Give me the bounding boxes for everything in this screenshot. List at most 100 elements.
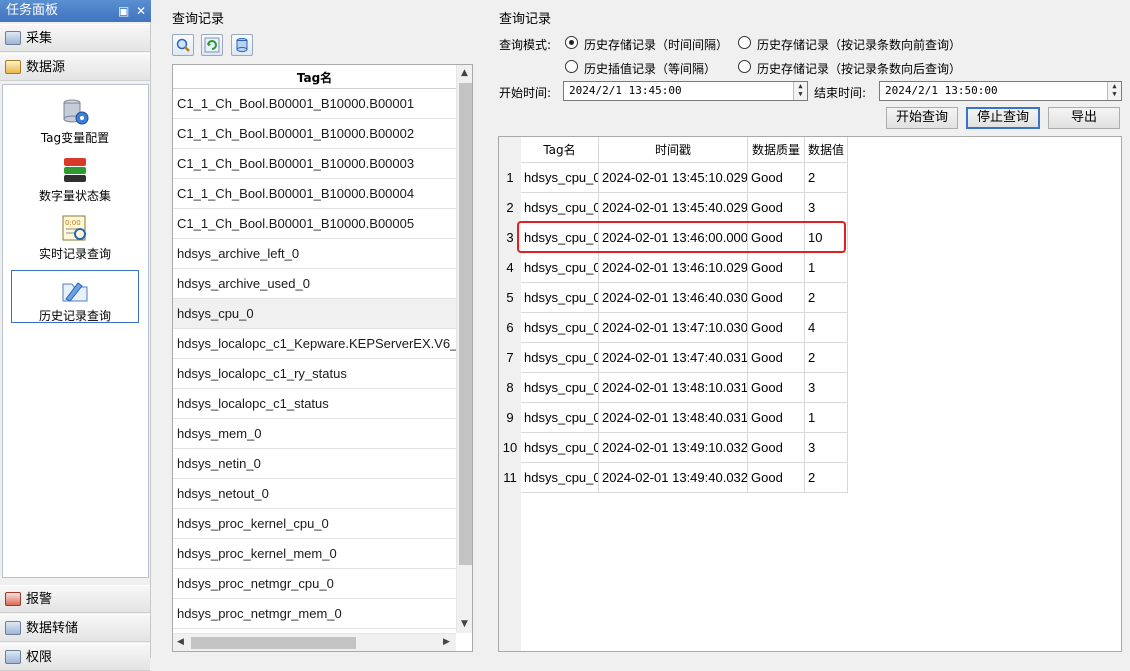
grid-cell-tag[interactable]: hdsys_cpu_0 bbox=[521, 283, 599, 313]
nav-section-alarm[interactable]: 报警 bbox=[0, 585, 150, 613]
search-button[interactable] bbox=[172, 34, 194, 56]
grid-row-number[interactable]: 2 bbox=[499, 193, 521, 223]
tag-list-item[interactable]: C1_1_Ch_Bool.B00001_B10000.B00003 bbox=[173, 149, 456, 179]
grid-cell-tag[interactable]: hdsys_cpu_0 bbox=[521, 403, 599, 433]
grid-cell-value[interactable]: 2 bbox=[805, 283, 848, 313]
grid-cell-timestamp[interactable]: 2024-02-01 13:46:40.030 bbox=[599, 283, 748, 313]
grid-row-number[interactable]: 8 bbox=[499, 373, 521, 403]
radio-mode-time-interval[interactable] bbox=[565, 36, 578, 49]
tag-list-vertical-scrollbar[interactable]: ▲ ▼ bbox=[456, 65, 472, 633]
refresh-button[interactable] bbox=[201, 34, 223, 56]
grid-cell-timestamp[interactable]: 2024-02-01 13:48:40.031 bbox=[599, 403, 748, 433]
nav-section-permission[interactable]: 权限 bbox=[0, 643, 150, 671]
grid-cell-tag[interactable]: hdsys_cpu_0 bbox=[521, 193, 599, 223]
grid-cell-value[interactable]: 2 bbox=[805, 163, 848, 193]
grid-cell-timestamp[interactable]: 2024-02-01 13:49:10.032 bbox=[599, 433, 748, 463]
grid-cell-timestamp[interactable]: 2024-02-01 13:46:10.029 bbox=[599, 253, 748, 283]
tag-list-item[interactable]: hdsys_proc_netmgr_mem_0 bbox=[173, 599, 456, 629]
grid-cell-quality[interactable]: Good bbox=[748, 163, 805, 193]
stop-query-button[interactable]: 停止查询 bbox=[966, 107, 1040, 129]
end-time-picker[interactable]: 2024/2/1 13:50:00 ▲ ▼ bbox=[879, 81, 1122, 101]
tag-list-item[interactable]: hdsys_netout_0 bbox=[173, 479, 456, 509]
close-icon[interactable]: ✕ bbox=[136, 0, 146, 22]
radio-mode-count-backward[interactable] bbox=[738, 60, 751, 73]
tag-list-item[interactable]: C1_1_Ch_Bool.B00001_B10000.B00005 bbox=[173, 209, 456, 239]
tag-list-item[interactable]: hdsys_archive_left_0 bbox=[173, 239, 456, 269]
grid-row-number[interactable]: 5 bbox=[499, 283, 521, 313]
grid-col-timestamp[interactable]: 时间戳 bbox=[599, 137, 748, 163]
float-window-icon[interactable]: ▣ bbox=[118, 0, 129, 22]
tag-list-item[interactable]: hdsys_netin_0 bbox=[173, 449, 456, 479]
grid-cell-timestamp[interactable]: 2024-02-01 13:45:40.029 bbox=[599, 193, 748, 223]
grid-col-quality[interactable]: 数据质量 bbox=[748, 137, 805, 163]
tag-list-horizontal-scrollbar[interactable]: ◀ ▶ bbox=[173, 633, 456, 651]
grid-cell-tag[interactable]: hdsys_cpu_0 bbox=[521, 313, 599, 343]
grid-cell-timestamp[interactable]: 2024-02-01 13:47:10.030 bbox=[599, 313, 748, 343]
grid-row-number[interactable]: 7 bbox=[499, 343, 521, 373]
grid-cell-value[interactable]: 3 bbox=[805, 433, 848, 463]
grid-cell-value[interactable]: 3 bbox=[805, 373, 848, 403]
grid-row-number[interactable]: 1 bbox=[499, 163, 521, 193]
tag-list-item[interactable]: hdsys_proc_kernel_mem_0 bbox=[173, 539, 456, 569]
grid-cell-tag[interactable]: hdsys_cpu_0 bbox=[521, 373, 599, 403]
scroll-up-icon[interactable]: ▲ bbox=[461, 68, 468, 78]
grid-row-number[interactable]: 11 bbox=[499, 463, 521, 493]
tag-list-item[interactable]: C1_1_Ch_Bool.B00001_B10000.B00002 bbox=[173, 119, 456, 149]
grid-row-number[interactable]: 4 bbox=[499, 253, 521, 283]
nav-item-digital-state[interactable]: 数字量状态集 bbox=[11, 155, 139, 204]
grid-cell-quality[interactable]: Good bbox=[748, 253, 805, 283]
tag-list-item[interactable]: C1_1_Ch_Bool.B00001_B10000.B00004 bbox=[173, 179, 456, 209]
radio-mode-count-forward[interactable] bbox=[738, 36, 751, 49]
scroll-right-icon[interactable]: ▶ bbox=[443, 637, 450, 647]
grid-cell-quality[interactable]: Good bbox=[748, 403, 805, 433]
nav-section-collect[interactable]: 采集 bbox=[0, 24, 150, 52]
grid-row-number[interactable]: 6 bbox=[499, 313, 521, 343]
grid-col-tag[interactable]: Tag名 bbox=[521, 137, 599, 163]
grid-cell-value[interactable]: 4 bbox=[805, 313, 848, 343]
grid-cell-value[interactable]: 1 bbox=[805, 253, 848, 283]
scroll-left-icon[interactable]: ◀ bbox=[177, 637, 184, 647]
radio-mode-count-backward-label[interactable]: 历史存储记录（按记录条数向后查询） bbox=[757, 60, 961, 77]
nav-section-data-dump[interactable]: 数据转储 bbox=[0, 614, 150, 642]
grid-cell-quality[interactable]: Good bbox=[748, 433, 805, 463]
spin-updown-icon[interactable]: ▲ ▼ bbox=[793, 82, 807, 100]
database-button[interactable] bbox=[231, 34, 253, 56]
grid-cell-value[interactable]: 1 bbox=[805, 403, 848, 433]
grid-cell-tag[interactable]: hdsys_cpu_0 bbox=[521, 343, 599, 373]
nav-item-realtime-query[interactable]: 0:00 实时记录查询 bbox=[11, 213, 139, 262]
nav-item-tag-config[interactable]: Tag变量配置 bbox=[11, 97, 139, 146]
radio-mode-interpolated[interactable] bbox=[565, 60, 578, 73]
spin-updown-icon[interactable]: ▲ ▼ bbox=[1107, 82, 1121, 100]
grid-cell-quality[interactable]: Good bbox=[748, 193, 805, 223]
grid-row-number[interactable]: 10 bbox=[499, 433, 521, 463]
radio-mode-time-interval-label[interactable]: 历史存储记录（时间间隔） bbox=[584, 36, 728, 53]
grid-cell-tag[interactable]: hdsys_cpu_0 bbox=[521, 253, 599, 283]
start-query-button[interactable]: 开始查询 bbox=[886, 107, 958, 129]
tag-list-hscroll-thumb[interactable] bbox=[191, 637, 356, 649]
radio-mode-interpolated-label[interactable]: 历史插值记录（等间隔） bbox=[584, 60, 716, 77]
tag-list-item[interactable]: hdsys_proc_netmgr_cpu_0 bbox=[173, 569, 456, 599]
export-button[interactable]: 导出 bbox=[1048, 107, 1120, 129]
nav-section-datasource[interactable]: 数据源 bbox=[0, 53, 150, 81]
tag-list-item[interactable]: hdsys_mem_0 bbox=[173, 419, 456, 449]
grid-cell-quality[interactable]: Good bbox=[748, 343, 805, 373]
tag-list-item[interactable]: hdsys_localopc_c1_Kepware.KEPServerEX.V6… bbox=[173, 329, 456, 359]
tag-list-header[interactable]: Tag名 bbox=[173, 65, 456, 89]
tag-list-item[interactable]: hdsys_cpu_0 bbox=[173, 299, 456, 329]
grid-cell-value[interactable]: 3 bbox=[805, 193, 848, 223]
tag-list-item[interactable]: hdsys_archive_used_0 bbox=[173, 269, 456, 299]
grid-cell-timestamp[interactable]: 2024-02-01 13:48:10.031 bbox=[599, 373, 748, 403]
grid-cell-value[interactable]: 2 bbox=[805, 343, 848, 373]
tag-list-scroll-thumb[interactable] bbox=[459, 83, 472, 565]
grid-cell-quality[interactable]: Good bbox=[748, 313, 805, 343]
grid-row-number[interactable]: 9 bbox=[499, 403, 521, 433]
grid-cell-tag[interactable]: hdsys_cpu_0 bbox=[521, 463, 599, 493]
tag-list-item[interactable]: hdsys_proc_kernel_cpu_0 bbox=[173, 509, 456, 539]
grid-cell-timestamp[interactable]: 2024-02-01 13:45:10.029 bbox=[599, 163, 748, 193]
tag-list-item[interactable]: C1_1_Ch_Bool.B00001_B10000.B00001 bbox=[173, 89, 456, 119]
tag-list-item[interactable]: hdsys_localopc_c1_status bbox=[173, 389, 456, 419]
scroll-down-icon[interactable]: ▼ bbox=[461, 619, 468, 629]
grid-cell-timestamp[interactable]: 2024-02-01 13:49:40.032 bbox=[599, 463, 748, 493]
grid-cell-value[interactable]: 2 bbox=[805, 463, 848, 493]
grid-col-value[interactable]: 数据值 bbox=[805, 137, 848, 163]
